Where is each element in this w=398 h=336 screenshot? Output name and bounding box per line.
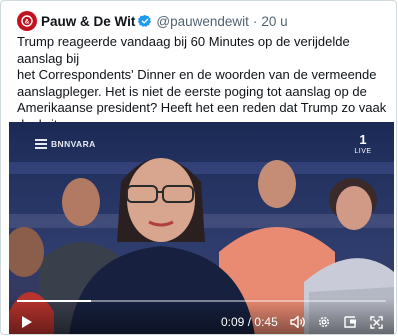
tweet-timestamp[interactable]: 20 u xyxy=(261,14,287,29)
svg-text:&: & xyxy=(25,19,30,26)
total-duration: 0:45 xyxy=(254,315,278,329)
video-player[interactable]: BNNVARA 1 LIVE 0:09 / 0:45 xyxy=(9,122,394,334)
author-handle[interactable]: @pauwendewit xyxy=(156,14,249,29)
fullscreen-button[interactable] xyxy=(368,314,384,330)
progress-bar[interactable] xyxy=(17,300,386,302)
picture-in-picture-icon xyxy=(344,316,356,328)
verified-badge-icon xyxy=(138,14,152,28)
author-name[interactable]: Pauw & De Wit xyxy=(41,14,135,29)
author-avatar[interactable]: & xyxy=(17,11,37,31)
tweet-card[interactable]: & Pauw & De Wit @pauwendewit · 20 u Trum… xyxy=(0,0,397,335)
time-separator: / xyxy=(247,315,252,329)
play-button[interactable] xyxy=(18,314,36,330)
pauw-de-wit-logo-icon: & xyxy=(21,15,33,27)
settings-button[interactable] xyxy=(316,314,332,330)
channel-brand: BNNVARA xyxy=(35,139,96,149)
progress-fill xyxy=(17,300,91,302)
tweet-header: Pauw & De Wit @pauwendewit · 20 u xyxy=(41,12,288,30)
channel-number: 1 xyxy=(359,132,367,147)
fullscreen-icon xyxy=(369,315,383,329)
volume-icon xyxy=(289,315,305,329)
video-timer: 0:09 / 0:45 xyxy=(221,315,278,329)
bnnvara-logo-icon xyxy=(35,139,47,149)
picture-in-picture-button[interactable] xyxy=(342,314,358,330)
play-icon xyxy=(22,316,32,328)
live-label: LIVE xyxy=(354,148,372,155)
channel-badge: 1 LIVE xyxy=(348,132,378,155)
brand-label: BNNVARA xyxy=(51,139,96,149)
elapsed-time: 0:09 xyxy=(221,315,245,329)
gear-icon xyxy=(318,316,330,328)
header-separator: · xyxy=(252,13,258,29)
volume-button[interactable] xyxy=(289,314,307,330)
video-controls xyxy=(9,298,394,334)
